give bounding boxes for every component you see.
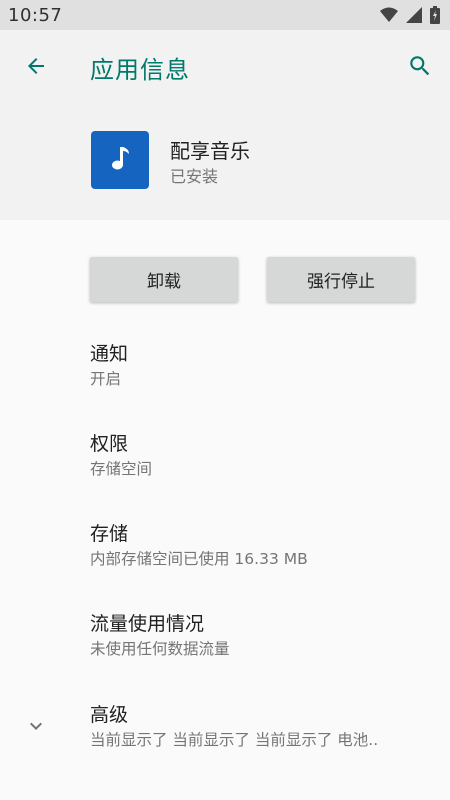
pref-title: 高级 (90, 704, 129, 726)
pref-title: 通知 (90, 343, 129, 365)
status-icons (380, 6, 440, 24)
music-note-icon (107, 143, 133, 177)
app-header: 应用信息 配享音乐 已安装 (0, 30, 450, 220)
force-stop-button[interactable]: 强行停止 (267, 257, 415, 302)
search-icon (407, 53, 433, 83)
app-icon (91, 131, 149, 189)
pref-title: 存储 (90, 523, 129, 545)
pref-advanced[interactable]: 高级 当前显示了 当前显示了 当前显示了 电池.. (0, 700, 450, 790)
uninstall-button[interactable]: 卸载 (90, 257, 238, 302)
back-button[interactable] (20, 52, 52, 84)
pref-title: 权限 (90, 433, 129, 455)
wifi-icon (380, 7, 398, 23)
pref-summary: 未使用任何数据流量 (90, 640, 230, 658)
pref-title: 流量使用情况 (90, 613, 205, 635)
signal-icon (406, 7, 422, 23)
status-bar: 10:57 (0, 0, 450, 30)
arrow-back-icon (24, 54, 48, 82)
pref-summary: 存储空间 (90, 460, 153, 478)
pref-notifications[interactable]: 通知 开启 (0, 339, 450, 429)
app-name: 配享音乐 (170, 139, 250, 163)
pref-permissions[interactable]: 权限 存储空间 (0, 429, 450, 519)
battery-icon (430, 6, 440, 24)
pref-storage[interactable]: 存储 内部存储空间已使用 16.33 MB (0, 519, 450, 609)
chevron-down-icon (24, 714, 48, 738)
app-install-status: 已安装 (170, 167, 219, 186)
pref-summary: 开启 (90, 370, 122, 388)
status-time: 10:57 (8, 4, 63, 26)
pref-summary: 内部存储空间已使用 16.33 MB (90, 550, 308, 568)
page-title: 应用信息 (90, 56, 190, 84)
pref-data-usage[interactable]: 流量使用情况 未使用任何数据流量 (0, 609, 450, 699)
pref-summary: 当前显示了 当前显示了 当前显示了 电池.. (90, 731, 379, 749)
search-button[interactable] (404, 52, 436, 84)
